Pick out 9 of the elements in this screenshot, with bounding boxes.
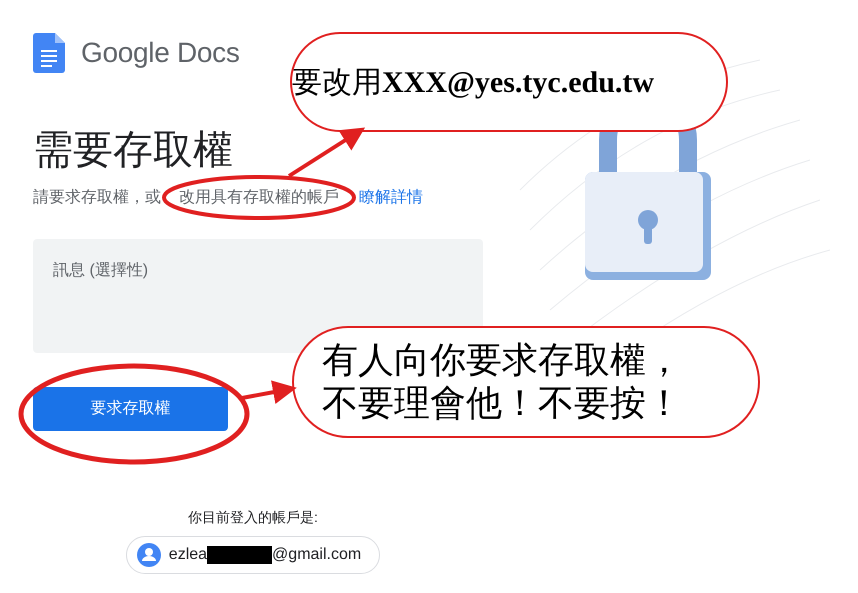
subtitle-text: 請要求存取權，或 bbox=[33, 189, 161, 206]
account-label: 你目前登入的帳戶是: bbox=[188, 508, 318, 527]
page-heading: 需要存取權 bbox=[33, 128, 233, 172]
logo-text: Google Docs bbox=[81, 36, 240, 70]
email-text: ezlea bbox=[168, 546, 208, 563]
callout-text: 要改用XXX@yes.tyc.edu.tw bbox=[292, 64, 656, 100]
email-domain-text: @gmail.com bbox=[272, 546, 362, 563]
callout-text: 不要理會他！不要按！ bbox=[322, 382, 683, 425]
subtitle-text: 改用具有存取權的帳戶 bbox=[179, 189, 339, 206]
